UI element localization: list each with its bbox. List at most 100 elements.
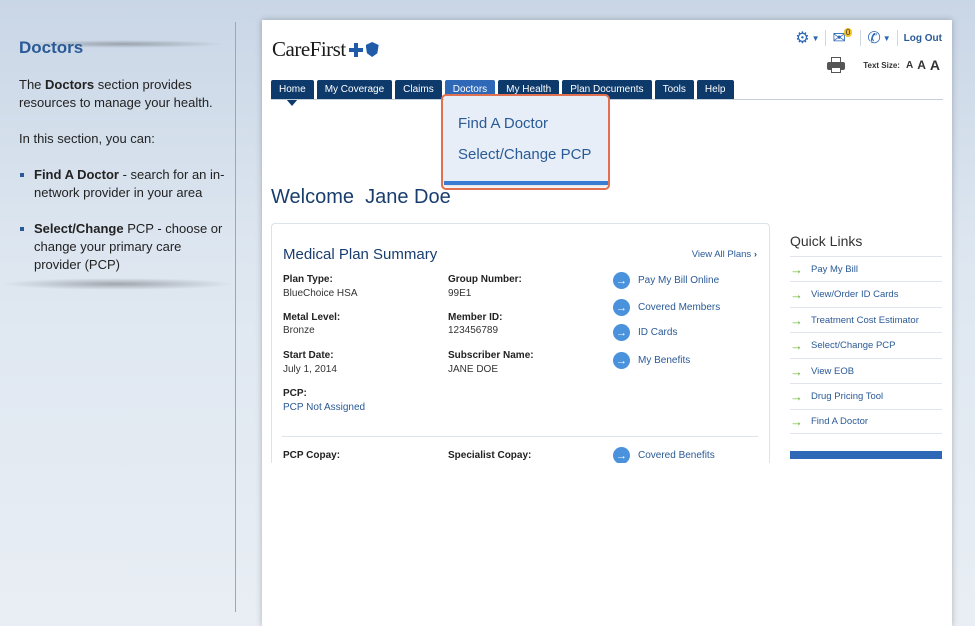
quick-link-label: Drug Pricing Tool: [811, 390, 884, 402]
subscriber-name-label: Subscriber Name:: [448, 350, 534, 361]
quick-link-label: Select/Change PCP: [811, 339, 896, 351]
panel-shadow-bottom: [0, 278, 235, 290]
bullet-bold: Find A Doctor: [34, 167, 119, 182]
quick-links-bar: [790, 451, 942, 459]
link-label: ID Cards: [638, 327, 678, 338]
arrow-right-icon: →: [613, 299, 630, 316]
id-cards-link[interactable]: → ID Cards: [613, 324, 677, 341]
link-label: Pay My Bill Online: [638, 275, 720, 286]
tutorial-title: Doctors: [19, 38, 84, 57]
tab-help[interactable]: Help: [696, 80, 734, 99]
chevron-right-icon: ›: [753, 249, 757, 260]
tab-my-coverage[interactable]: My Coverage: [316, 80, 393, 99]
tutorial-intro: The Doctors section provides resources t…: [19, 76, 229, 112]
member-id-value: 123456789: [448, 325, 499, 336]
view-all-label: View All Plans: [691, 249, 752, 260]
page-title: Welcome Jane Doe: [271, 186, 451, 209]
quick-link-label: Treatment Cost Estimator: [811, 314, 919, 326]
arrow-right-icon: →: [790, 388, 803, 404]
metal-level-label: Metal Level:: [283, 312, 341, 323]
callout-highlight: [441, 94, 610, 190]
tutorial-bullet: Find A Doctor - search for an in-network…: [19, 166, 229, 202]
portal-page: CareFirst ⚙ ▼ ✉ 0 ✆ ▼ Log Out Text Size: A …: [262, 20, 952, 626]
mail-count-badge: 0: [843, 27, 853, 37]
text-size-label: Text Size:: [863, 60, 900, 70]
bullet-square: [20, 227, 24, 231]
welcome-prefix: Welcome: [271, 186, 354, 208]
carefirst-logo[interactable]: CareFirst: [272, 37, 379, 62]
pcp-not-assigned-link[interactable]: PCP Not Assigned: [283, 402, 365, 413]
quick-link-select-pcp[interactable]: → Select/Change PCP: [790, 332, 942, 357]
bullet-bold: Select/Change: [34, 221, 124, 236]
link-label: My Benefits: [638, 355, 691, 366]
panel-divider: [235, 22, 236, 612]
utility-bar: ⚙ ▼ ✉ 0 ✆ ▼ Log Out: [795, 27, 942, 48]
tutorial-bullet: Select/Change PCP - choose or change you…: [19, 220, 229, 274]
text-size-controls: Text Size: A A A: [827, 57, 940, 73]
blue-cross-icon: [348, 42, 363, 57]
text-size-small[interactable]: A: [906, 60, 913, 71]
intro-pre: The: [19, 77, 46, 92]
arrow-right-icon: →: [790, 337, 803, 353]
arrow-right-icon: →: [613, 352, 630, 369]
quick-link-label: Pay My Bill: [811, 263, 858, 275]
arrow-right-icon: →: [790, 414, 803, 429]
divider: [860, 30, 862, 46]
bullet-square: [20, 173, 24, 177]
card-title: Medical Plan Summary: [283, 246, 438, 263]
arrow-right-icon: →: [790, 261, 803, 277]
arrow-right-icon: →: [613, 272, 630, 289]
start-date-value: July 1, 2014: [283, 364, 337, 375]
text-size-large[interactable]: A: [930, 57, 940, 73]
quick-link-label: View EOB: [811, 365, 855, 377]
link-label: Covered Members: [638, 302, 721, 313]
quick-link-label: View/Order ID Cards: [811, 288, 899, 300]
group-number-label: Group Number:: [448, 274, 522, 285]
logo-text: CareFirst: [272, 37, 346, 61]
card-divider: [282, 436, 758, 437]
group-number-value: 99E1: [448, 288, 472, 299]
tab-tools[interactable]: Tools: [654, 80, 694, 99]
pay-bill-online-link[interactable]: → Pay My Bill Online: [613, 272, 719, 289]
quick-link-label: Find A Doctor: [811, 416, 869, 427]
quick-link-drug-pricing[interactable]: → Drug Pricing Tool: [790, 383, 942, 408]
plan-summary-card: Medical Plan Summary View All Plans › Pl…: [271, 223, 770, 463]
contact-menu[interactable]: ✆ ▼: [867, 28, 890, 48]
link-label: Covered Benefits: [638, 450, 715, 461]
quick-link-view-eob[interactable]: → View EOB: [790, 358, 942, 383]
covered-benefits-link[interactable]: → Covered Benefits: [613, 447, 715, 463]
chevron-down-icon: ▼: [811, 33, 820, 43]
text-size-medium[interactable]: A: [917, 58, 926, 72]
covered-members-link[interactable]: → Covered Members: [613, 299, 720, 316]
phone-icon: ✆: [867, 30, 881, 47]
quick-link-find-doctor[interactable]: → Find A Doctor: [790, 409, 942, 434]
divider: [896, 30, 898, 46]
arrow-right-icon: →: [613, 447, 630, 463]
quick-link-cost-estimator[interactable]: → Treatment Cost Estimator: [790, 307, 942, 332]
subscriber-name-value: JANE DOE: [448, 364, 499, 375]
settings-menu[interactable]: ⚙ ▼: [795, 28, 819, 48]
logout-link[interactable]: Log Out: [904, 33, 942, 44]
pcp-copay-label: PCP Copay:: [283, 450, 341, 461]
my-benefits-link[interactable]: → My Benefits: [613, 352, 690, 369]
gear-icon: ⚙: [795, 30, 810, 47]
plan-type-value: BlueChoice HSA: [283, 288, 358, 299]
blue-shield-icon: [365, 42, 379, 57]
quick-link-id-cards[interactable]: → View/Order ID Cards: [790, 281, 942, 306]
print-icon[interactable]: [827, 57, 846, 73]
specialist-copay-label: Specialist Copay:: [448, 450, 532, 461]
messages-button[interactable]: ✉ 0: [832, 27, 854, 48]
arrow-right-icon: →: [790, 286, 803, 302]
tab-claims[interactable]: Claims: [395, 80, 442, 99]
arrow-right-icon: →: [790, 363, 803, 379]
metal-level-value: Bronze: [283, 325, 315, 336]
tab-home[interactable]: Home: [271, 80, 314, 106]
member-id-label: Member ID:: [448, 312, 503, 323]
view-all-plans-link[interactable]: View All Plans ›: [692, 249, 757, 260]
divider: [825, 30, 827, 46]
pcp-label: PCP:: [283, 388, 307, 399]
tutorial-lead: In this section, you can:: [19, 131, 155, 146]
plan-type-label: Plan Type:: [283, 274, 333, 285]
quick-link-pay-bill[interactable]: → Pay My Bill: [790, 256, 942, 281]
arrow-right-icon: →: [613, 324, 630, 341]
